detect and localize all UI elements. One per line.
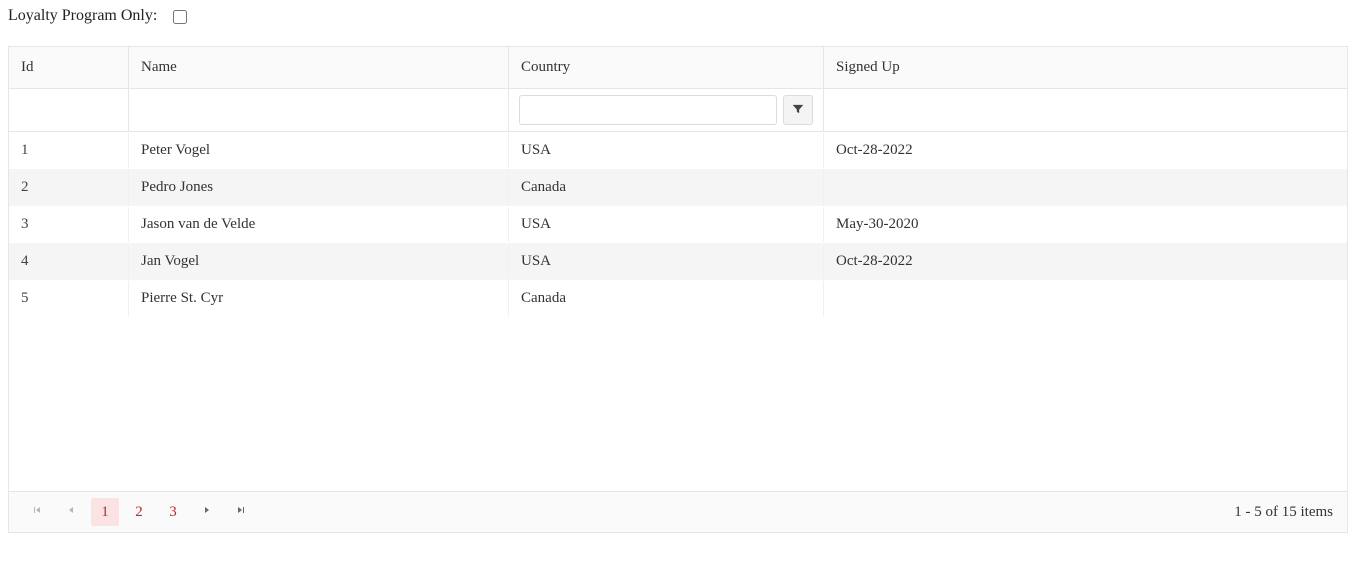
column-header-country[interactable]: Country [509,47,824,88]
cell-country: USA [509,244,824,279]
column-header-name[interactable]: Name [129,47,509,88]
pager-summary: 1 - 5 of 15 items [1234,504,1333,521]
country-filter-input[interactable] [519,95,777,125]
cell-id: 4 [9,244,129,279]
cell-signed-up [824,179,1347,197]
cell-id: 3 [9,207,129,242]
grid-body[interactable]: 1 Peter Vogel USA Oct-28-2022 2 Pedro Jo… [9,132,1347,491]
pager-page-1[interactable]: 1 [91,498,119,526]
column-header-id[interactable]: Id [9,47,129,88]
cell-country: Canada [509,281,824,316]
filter-icon [791,102,805,119]
cell-country: USA [509,133,824,168]
table-row[interactable]: 2 Pedro Jones Canada [9,169,1347,206]
table-row[interactable]: 4 Jan Vogel USA Oct-28-2022 [9,243,1347,280]
cell-signed-up [824,290,1347,308]
pager: 1 2 3 1 - 5 of 15 items [9,491,1347,532]
table-row[interactable]: 1 Peter Vogel USA Oct-28-2022 [9,132,1347,169]
pager-prev-button[interactable] [57,498,85,526]
country-filter-button[interactable] [783,95,813,125]
pager-page-3[interactable]: 3 [159,498,187,526]
cell-name: Peter Vogel [129,133,509,168]
loyalty-filter-label: Loyalty Program Only: [8,7,157,25]
data-grid: Id Name Country Signed Up [8,46,1348,533]
cell-name: Jan Vogel [129,244,509,279]
pager-first-button[interactable] [23,498,51,526]
pager-next-button[interactable] [193,498,221,526]
grid-filter-row [9,89,1347,132]
cell-name: Pierre St. Cyr [129,281,509,316]
cell-id: 1 [9,133,129,168]
cell-id: 5 [9,281,129,316]
cell-name: Pedro Jones [129,170,509,205]
pager-last-button[interactable] [227,498,255,526]
cell-name: Jason van de Velde [129,207,509,242]
loyalty-filter-checkbox[interactable] [173,10,187,24]
last-page-icon [235,504,247,521]
cell-signed-up: Oct-28-2022 [824,244,1347,279]
cell-signed-up: Oct-28-2022 [824,133,1347,168]
table-row[interactable]: 3 Jason van de Velde USA May-30-2020 [9,206,1347,243]
first-page-icon [31,504,43,521]
table-row[interactable]: 5 Pierre St. Cyr Canada [9,280,1347,317]
prev-page-icon [65,504,77,521]
pager-page-2[interactable]: 2 [125,498,153,526]
cell-signed-up: May-30-2020 [824,207,1347,242]
cell-country: USA [509,207,824,242]
next-page-icon [201,504,213,521]
grid-header: Id Name Country Signed Up [9,47,1347,89]
cell-id: 2 [9,170,129,205]
column-header-signed-up[interactable]: Signed Up [824,47,1347,88]
cell-country: Canada [509,170,824,205]
